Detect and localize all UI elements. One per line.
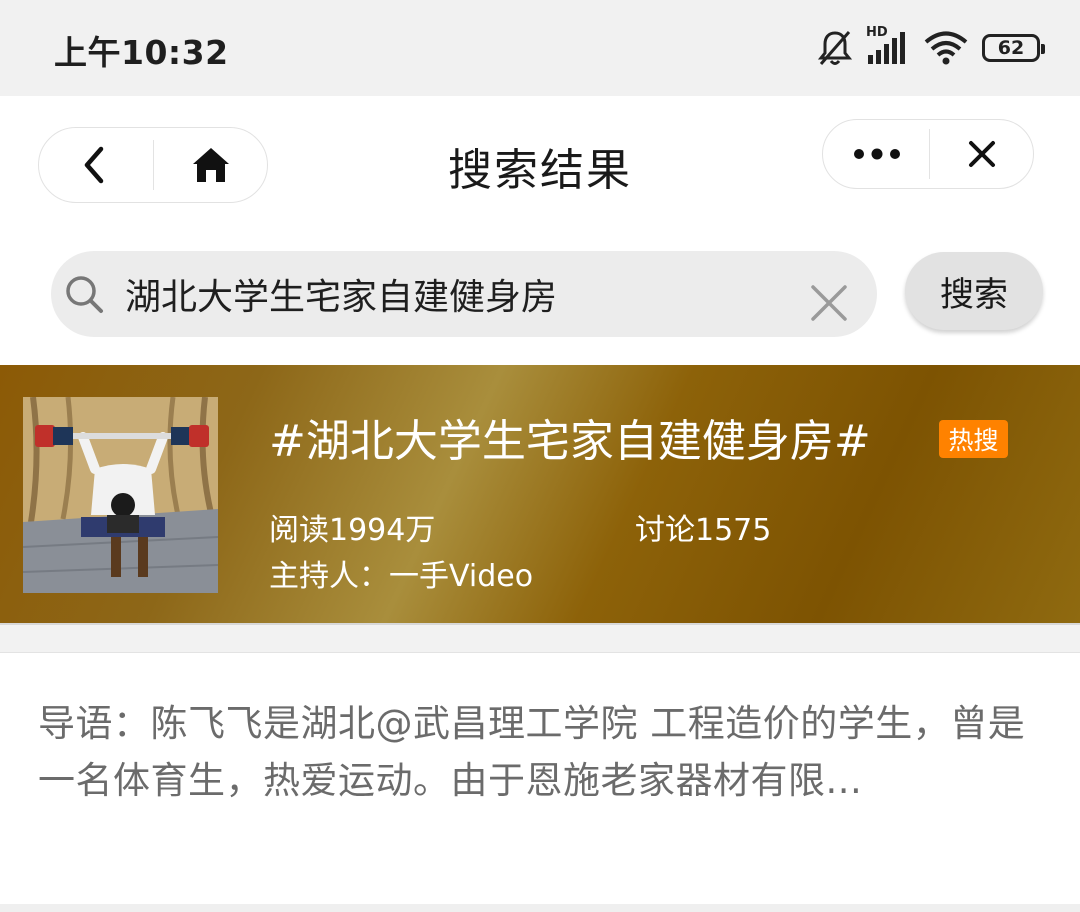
search-box[interactable]	[51, 251, 877, 337]
search-icon	[66, 276, 103, 313]
search-button[interactable]: 搜索	[905, 252, 1043, 330]
topic-title[interactable]: #湖北大学生宅家自建健身房#	[269, 405, 871, 469]
status-bar: 上午10:32 HD 62	[0, 0, 1080, 96]
battery-icon: 62	[982, 34, 1045, 62]
wifi-icon	[924, 30, 968, 66]
close-icon	[969, 141, 995, 167]
guide-text[interactable]: 导语：陈飞飞是湖北@武昌理工学院 工程造价的学生，曾是一名体育生，热爱运动。由于…	[38, 695, 1048, 809]
bell-muted-icon	[818, 29, 852, 67]
more-icon	[854, 148, 900, 160]
section-divider-bottom	[0, 904, 1080, 912]
battery-level: 62	[997, 37, 1025, 59]
section-divider	[0, 625, 1080, 653]
nav-capsule-right	[822, 119, 1034, 189]
clear-icon[interactable]	[809, 283, 849, 323]
more-button[interactable]	[847, 132, 907, 176]
close-button[interactable]	[957, 132, 1007, 176]
capsule-divider	[929, 129, 930, 179]
status-icons: HD 62	[818, 25, 1045, 70]
search-input[interactable]	[125, 267, 785, 321]
topic-thumbnail[interactable]	[23, 397, 218, 593]
topic-host: 主持人：一手Video	[269, 559, 534, 594]
signal-icon: HD	[866, 25, 910, 67]
topic-reads: 阅读1994万	[269, 513, 436, 548]
topic-discussions: 讨论1575	[635, 513, 772, 548]
status-time: 上午10:32	[54, 33, 229, 72]
search-row: 搜索	[0, 240, 1080, 365]
topic-card[interactable]: #湖北大学生宅家自建健身房# 热搜 阅读1994万 讨论1575 主持人：一手V…	[0, 365, 1080, 625]
hot-badge: 热搜	[939, 420, 1008, 458]
nav-bar: 搜索结果	[0, 96, 1080, 240]
